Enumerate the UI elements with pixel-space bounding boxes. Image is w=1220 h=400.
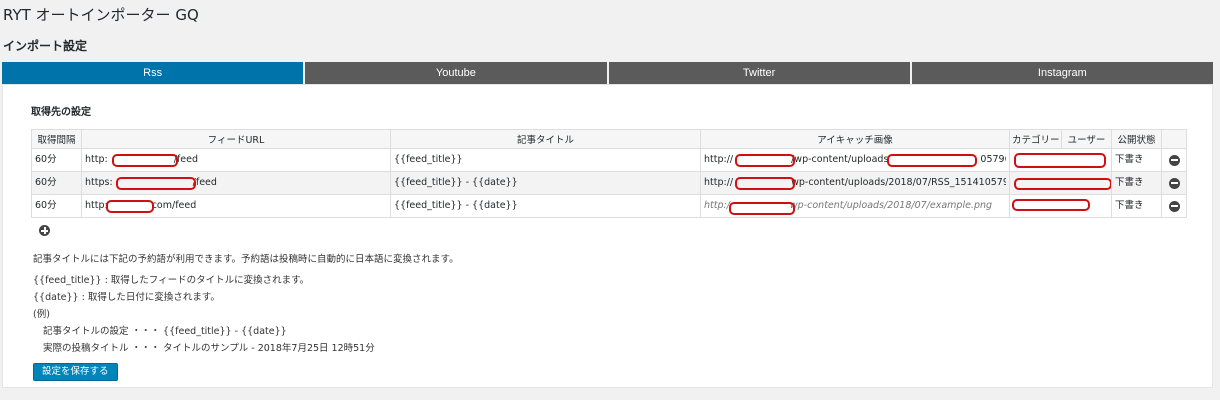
- category-user-field[interactable]: [1009, 148, 1112, 172]
- interval-field[interactable]: 60分: [31, 148, 82, 172]
- panel-title: 取得先の設定: [31, 107, 91, 118]
- interval-field[interactable]: 60分: [31, 171, 82, 195]
- header-status: 公開状態: [1111, 129, 1162, 149]
- redaction-mark: [1014, 178, 1111, 190]
- redaction-mark: [112, 154, 178, 167]
- header-article-title: 記事タイトル: [390, 129, 701, 149]
- eyecatch-image-field[interactable]: http:///wp-content/uploads05796-: [700, 148, 1010, 172]
- notes-example-result: 実際の投稿タイトル ・・・ タイトルのサンプル - 2018年7月25日 12時…: [43, 343, 375, 354]
- article-title-field[interactable]: {{feed_title}}: [390, 148, 701, 172]
- remove-row-icon[interactable]: [1168, 200, 1180, 212]
- redaction-mark: [1012, 199, 1090, 211]
- add-row-icon[interactable]: [39, 225, 50, 236]
- reserved-words-notes: 記事タイトルには下記の予約語が利用できます。予約語は投稿時に自動的に日本語に変換…: [33, 251, 459, 357]
- header-category: カテゴリー: [1009, 129, 1062, 149]
- category-user-field[interactable]: [1009, 171, 1112, 195]
- notes-example-setting: 記事タイトルの設定 ・・・ {{feed_title}} - {{date}}: [43, 326, 287, 337]
- remove-row-icon[interactable]: [1168, 177, 1180, 189]
- header-eyecatch-image: アイキャッチ画像: [700, 129, 1010, 149]
- eyecatch-image-field[interactable]: http://wp-content/uploads/2018/07/RSS_15…: [700, 171, 1010, 195]
- feed-url-field[interactable]: http: com/feed: [81, 194, 391, 218]
- header-actions: [1161, 129, 1187, 149]
- section-title: インポート設定: [3, 39, 88, 53]
- article-title-field[interactable]: {{feed_title}} - {{date}}: [390, 194, 701, 218]
- redaction-mark: [735, 177, 795, 190]
- table-row: 60分 http:/feed {{feed_title}} http:///wp…: [31, 148, 1187, 172]
- feed-url-field[interactable]: https:/feed: [81, 171, 391, 195]
- save-settings-button[interactable]: 設定を保存する: [33, 363, 118, 381]
- settings-panel: 取得先の設定 取得間隔 フィードURL 記事タイトル アイキャッチ画像 カテゴリ…: [2, 84, 1213, 388]
- category-user-field[interactable]: [1009, 194, 1112, 218]
- header-user: ユーザー: [1061, 129, 1112, 149]
- article-title-field[interactable]: {{feed_title}} - {{date}}: [390, 171, 701, 195]
- header-interval: 取得間隔: [31, 129, 82, 149]
- table-header-row: 取得間隔 フィードURL 記事タイトル アイキャッチ画像 カテゴリー ユーザー …: [31, 129, 1187, 149]
- import-tabs: Rss Youtube Twitter Instagram: [2, 62, 1213, 84]
- notes-example-label: (例): [33, 309, 50, 320]
- tab-twitter[interactable]: Twitter: [608, 62, 912, 84]
- table-row: 60分 https:/feed {{feed_title}} - {{date}…: [31, 171, 1187, 195]
- redaction-mark: [1014, 153, 1106, 168]
- redaction-mark: [735, 154, 795, 167]
- table-row: 60分 http: com/feed {{feed_title}} - {{dat…: [31, 194, 1187, 218]
- tab-rss[interactable]: Rss: [2, 62, 306, 84]
- status-field[interactable]: 下書き: [1111, 194, 1162, 218]
- header-feed-url: フィードURL: [81, 129, 391, 149]
- redaction-mark: [887, 154, 977, 167]
- remove-row-icon[interactable]: [1168, 154, 1180, 166]
- notes-feed-title: {{feed_title}} : 取得したフィードのタイトルに変換されます。: [33, 275, 310, 286]
- eyecatch-image-field[interactable]: http:/wp-content/uploads/2018/07/example…: [700, 194, 1010, 218]
- notes-date: {{date}} : 取得した日付に変換されます。: [33, 292, 220, 303]
- feed-url-field[interactable]: http:/feed: [81, 148, 391, 172]
- notes-intro: 記事タイトルには下記の予約語が利用できます。予約語は投稿時に自動的に日本語に変換…: [33, 254, 459, 265]
- tab-youtube[interactable]: Youtube: [305, 62, 609, 84]
- source-table: 取得間隔 フィードURL 記事タイトル アイキャッチ画像 カテゴリー ユーザー …: [31, 129, 1187, 218]
- status-field[interactable]: 下書き: [1111, 148, 1162, 172]
- app-title: RYT オートインポーター GQ: [3, 6, 199, 24]
- interval-field[interactable]: 60分: [31, 194, 82, 218]
- redaction-mark: [106, 200, 154, 213]
- redaction-mark: [729, 202, 795, 215]
- redaction-mark: [116, 177, 196, 190]
- tab-instagram[interactable]: Instagram: [911, 62, 1213, 84]
- status-field[interactable]: 下書き: [1111, 171, 1162, 195]
